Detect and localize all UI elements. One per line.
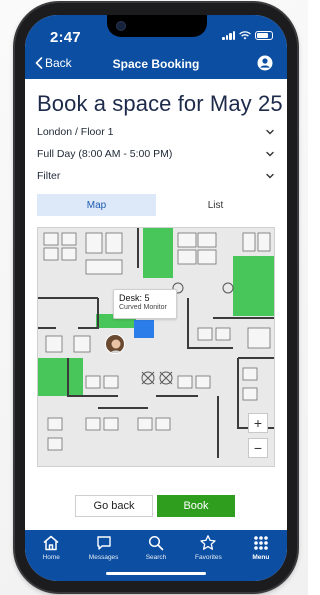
go-back-button[interactable]: Go back bbox=[75, 495, 153, 517]
home-indicator bbox=[106, 572, 206, 575]
home-icon bbox=[43, 535, 59, 551]
grid-icon bbox=[254, 536, 268, 550]
tab-search-label: Search bbox=[145, 554, 167, 561]
profile-icon[interactable] bbox=[257, 55, 273, 71]
tab-map[interactable]: Map bbox=[37, 194, 156, 216]
book-button[interactable]: Book bbox=[157, 495, 235, 517]
zoom-out-button[interactable]: − bbox=[248, 438, 268, 458]
tab-home-label: Home bbox=[42, 554, 60, 561]
app-header: 2:47 Back Space Booking bbox=[25, 15, 287, 79]
tab-favorites-label: Favorites bbox=[195, 554, 222, 561]
status-icons bbox=[222, 31, 273, 40]
filter-label: Filter bbox=[37, 170, 61, 182]
location-label: London / Floor 1 bbox=[37, 126, 114, 138]
floor-plan-drawing bbox=[38, 228, 274, 466]
view-toggle: Map List bbox=[37, 194, 275, 216]
tooltip-title: Desk: 5 bbox=[119, 293, 150, 303]
tab-menu[interactable]: Menu bbox=[235, 530, 287, 581]
filter-selector[interactable]: Filter bbox=[37, 166, 275, 186]
navigation-bar: Back Space Booking bbox=[25, 54, 287, 76]
tab-list[interactable]: List bbox=[156, 194, 275, 216]
tab-home[interactable]: Home bbox=[25, 530, 77, 581]
signal-icon bbox=[222, 31, 235, 40]
action-bar: Go back Book bbox=[75, 495, 235, 517]
chevron-down-icon bbox=[266, 151, 274, 157]
time-selector[interactable]: Full Day (8:00 AM - 5:00 PM) bbox=[37, 144, 275, 164]
search-icon bbox=[148, 535, 164, 551]
star-icon bbox=[200, 535, 217, 550]
page-title: Book a space for May 25 bbox=[37, 91, 283, 116]
desk-tooltip: Desk: 5 Curved Monitor bbox=[113, 289, 177, 319]
camera bbox=[116, 21, 126, 31]
chevron-down-icon bbox=[266, 173, 274, 179]
zoom-in-button[interactable]: + bbox=[248, 413, 268, 433]
app-screen: 2:47 Back Space Booking Book a space for… bbox=[25, 15, 287, 581]
notch bbox=[107, 15, 207, 37]
messages-icon bbox=[96, 536, 111, 550]
battery-icon bbox=[255, 31, 273, 40]
tab-messages-label: Messages bbox=[88, 554, 119, 561]
wifi-icon bbox=[239, 31, 251, 40]
tab-menu-label: Menu bbox=[252, 554, 270, 561]
user-avatar[interactable] bbox=[105, 334, 125, 354]
status-time: 2:47 bbox=[50, 29, 81, 46]
tooltip-subtitle: Curved Monitor bbox=[119, 304, 167, 311]
floor-map[interactable]: Desk: 5 Curved Monitor + − bbox=[37, 227, 275, 467]
chevron-down-icon bbox=[266, 129, 274, 135]
time-label: Full Day (8:00 AM - 5:00 PM) bbox=[37, 148, 173, 160]
location-selector[interactable]: London / Floor 1 bbox=[37, 122, 275, 142]
nav-title: Space Booking bbox=[112, 57, 200, 71]
